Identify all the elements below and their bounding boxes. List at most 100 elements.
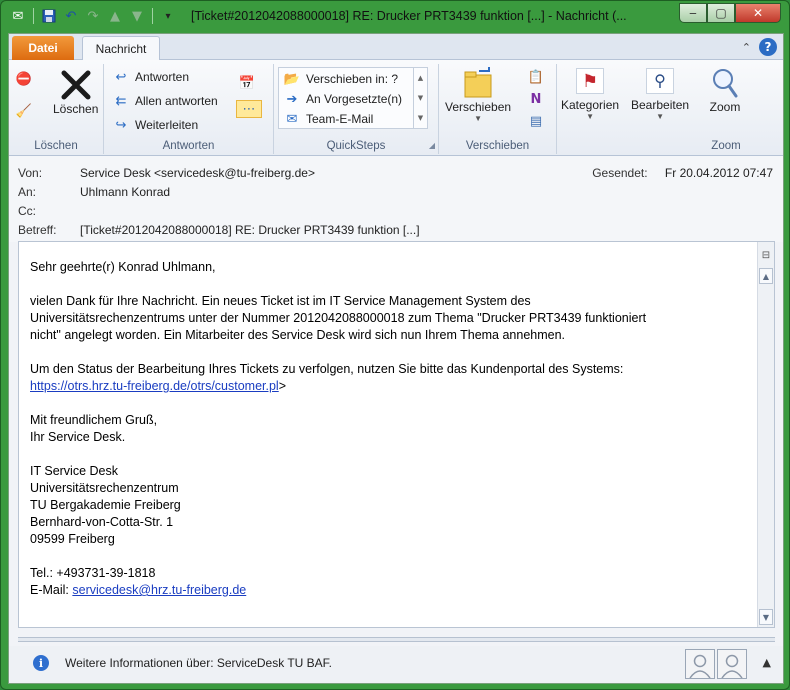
quickstep-move-to[interactable]: 📂 Verschieben in: ? [283,70,398,88]
sent-label: Gesendet: [592,166,648,180]
signature-contact: Tel.: +493731-39-1818 E-Mail: servicedes… [30,565,740,599]
tab-file[interactable]: Datei [12,36,74,60]
scroll-up-icon[interactable]: ▲ [418,74,423,82]
people-pane-info[interactable]: Weitere Informationen über: ServiceDesk … [65,656,332,670]
group-antworten: ↩ Antworten ⇇ Allen antworten ↪ Weiterle… [104,64,274,154]
cleanup-icon[interactable]: 🧹 [15,102,33,120]
qat-separator [33,8,34,24]
quicksteps-gallery: 📂 Verschieben in: ? ➔ An Vorgesetzte(n) … [278,67,428,129]
move-folder-icon: 📂 [283,71,301,86]
dialog-launcher-icon[interactable]: ◢ [429,141,435,150]
outlook-app-icon[interactable]: ✉ [9,7,27,25]
undo-icon[interactable]: ↶ [62,7,80,25]
group-label-zoom: Zoom [711,140,741,152]
text-line: Universitätsrechenzentrum [30,481,179,495]
team-email-icon: ✉ [286,111,298,126]
group-label-antworten: Antworten [162,140,215,152]
previous-item-icon[interactable]: ▲ [106,7,124,25]
meeting-icon[interactable]: 📅 [238,74,256,92]
reply-all-button[interactable]: ⇇ Allen antworten [112,92,218,110]
minimize-ribbon-icon[interactable]: ⌃ [742,41,751,54]
actions-icon[interactable]: ▤ [527,112,545,130]
email-prefix: E-Mail: [30,583,73,597]
more-icon[interactable]: ▼ [418,114,423,122]
flag-icon: ⚑ [576,68,605,94]
sent-info: Gesendet: Fr 20.04.2012 07:47 [592,166,773,180]
maximize-button[interactable]: ▢ [707,3,735,23]
editing-button[interactable]: ⚲ Bearbeiten ▼ [631,68,689,121]
move-folder-big-icon [460,66,496,100]
help-icon[interactable]: ? [759,38,777,56]
ribbon: ⛔ 🧹 Löschen Löschen ↩ Antworten ⇇ Allen … [9,60,783,156]
quickstep-to-manager[interactable]: ➔ An Vorgesetzte(n) [283,90,403,108]
message-text: Sehr geehrte(r) Konrad Uhlmann, vielen D… [30,259,740,616]
vertical-scrollbar[interactable]: ⊟ ▲ ▼ [757,242,774,627]
message-body[interactable]: Sehr geehrte(r) Konrad Uhlmann, vielen D… [18,241,775,628]
reply-button[interactable]: ↩ Antworten [112,68,189,86]
forward-button[interactable]: ↪ Weiterleiten [112,116,199,134]
minimize-button[interactable]: ‒ [679,3,707,23]
redo-icon[interactable]: ↷ [84,7,102,25]
text-line: Ihr Service Desk. [30,430,126,444]
avatar[interactable] [685,649,715,679]
scroll-down-icon[interactable]: ▼ [418,94,423,102]
rules-icon[interactable]: 📋 [527,68,545,86]
next-item-icon[interactable]: ▼ [128,7,146,25]
closing: Mit freundlichem Gruß, Ihr Service Desk. [30,412,740,446]
cc-label: Cc: [18,204,36,218]
chevron-up-icon[interactable]: ▲ [763,656,771,669]
from-value[interactable]: Service Desk <servicedesk@tu-freiberg.de… [80,166,315,180]
close-button[interactable]: ✕ [735,3,781,23]
zoom-button[interactable]: Zoom [707,66,743,114]
text-line: Bernhard-von-Cotta-Str. 1 [30,515,174,529]
customize-qat-icon[interactable]: ▾ [159,7,177,25]
move-button-label: Verschieben [445,100,512,114]
text-line: TU Bergakademie Freiberg [30,498,181,512]
tab-message[interactable]: Nachricht [82,36,160,61]
quickstep-label: Verschieben in: ? [306,72,399,86]
chevron-down-icon: ▼ [586,112,594,121]
text-line: nicht" angelegt worden. Ein Mitarbeiter … [30,328,566,342]
people-pane-splitter[interactable] [18,637,775,642]
subject-label: Betreff: [18,223,57,237]
group-verschieben: Verschieben ▼ 📋 N ▤ Verschieben [439,64,557,154]
reply-all-icon: ⇇ [115,93,127,108]
quickstep-team-email[interactable]: ✉ Team-E-Mail [283,110,374,128]
message-header: Von: Service Desk <servicedesk@tu-freibe… [9,156,783,242]
avatar[interactable] [717,649,747,679]
greeting: Sehr geehrte(r) Konrad Uhlmann, [30,260,216,274]
scroll-down-button[interactable]: ▼ [759,609,773,625]
window-controls: ‒ ▢ ✕ [679,3,781,23]
text-line: Universitätsrechenzentrums unter der Num… [30,311,647,325]
ribbon-right-controls: ⌃ ? [742,38,777,56]
move-button[interactable]: Verschieben ▼ [445,66,511,123]
outlook-message-window: ✉ ↶ ↷ ▲ ▼ ▾ [Ticket#2012042088000018] RE… [0,0,790,690]
group-tags: ⚑ Kategorien ▼ [557,64,627,154]
link-suffix: > [278,379,287,393]
window-title: [Ticket#2012042088000018] RE: Drucker PR… [191,9,627,23]
group-label-loeschen: Löschen [34,140,78,152]
quickstep-label: Team-E-Mail [306,112,374,126]
text-line: vielen Dank für Ihre Nachricht. Ein neue… [30,294,531,308]
group-quicksteps: 📂 Verschieben in: ? ➔ An Vorgesetzte(n) … [274,64,439,154]
split-view-icon[interactable]: ⊟ [760,248,772,262]
ignore-icon[interactable]: ⛔ [15,70,33,88]
categories-button[interactable]: ⚑ Kategorien ▼ [561,68,619,121]
contact-avatars [685,649,747,679]
customer-portal-link[interactable]: https://otrs.hrz.tu-freiberg.de/otrs/cus… [30,379,279,393]
save-icon[interactable] [40,7,58,25]
window-content: Datei Nachricht ⌃ ? ⛔ 🧹 Löschen Löschen [8,33,784,684]
quickstep-label: An Vorgesetzte(n) [306,92,403,106]
chevron-down-icon: ▼ [656,112,664,121]
onenote-icon[interactable]: N [527,90,545,108]
delete-button[interactable]: Löschen [53,68,98,116]
more-respond-icon[interactable]: ⋯ [236,100,262,118]
quicksteps-scroll[interactable]: ▲ ▼ ▼ [413,68,427,128]
title-bar: ✉ ↶ ↷ ▲ ▼ ▾ [Ticket#2012042088000018] RE… [1,1,789,33]
text-line: Mit freundlichem Gruß, [30,413,158,427]
group-label-verschieben: Verschieben [465,140,530,152]
magnifier-icon [707,66,743,100]
to-value[interactable]: Uhlmann Konrad [80,185,170,199]
service-desk-email-link[interactable]: servicedesk@hrz.tu-freiberg.de [72,583,246,597]
scroll-up-button[interactable]: ▲ [759,268,773,284]
